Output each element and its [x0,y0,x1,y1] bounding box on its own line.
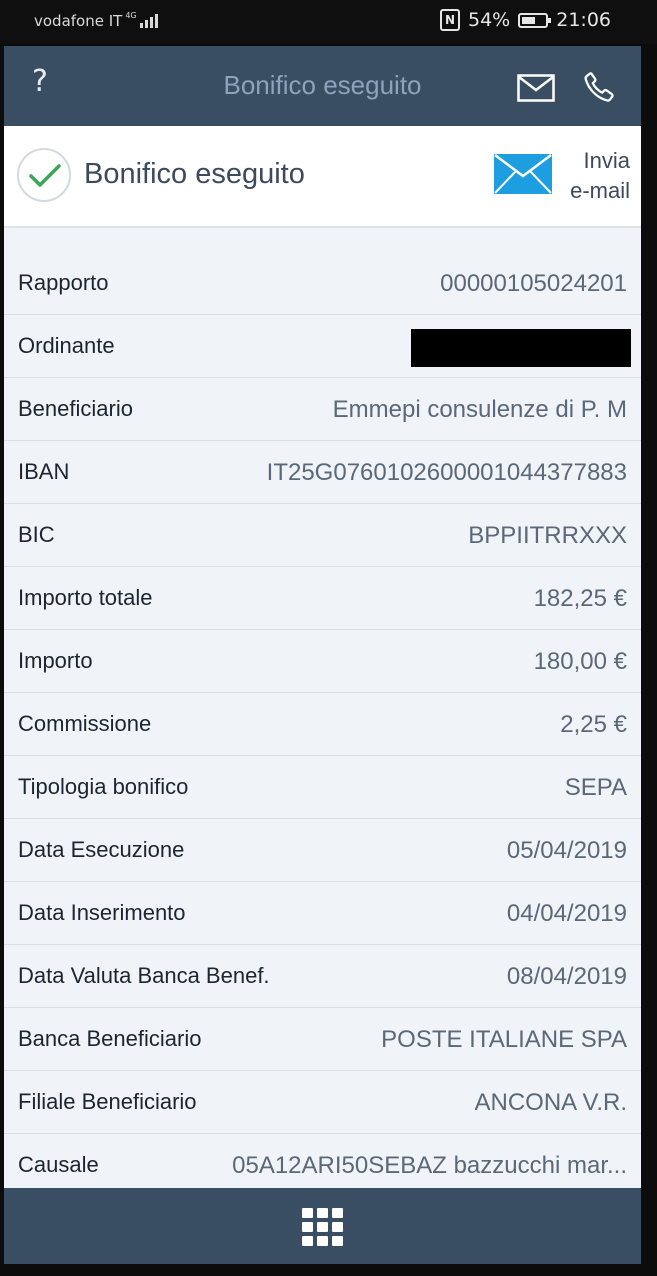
detail-row-iban: IBAN IT25G0760102600001044377883 [4,441,641,504]
detail-value: 180,00 € [533,648,627,675]
detail-row-data-esecuzione: Data Esecuzione 05/04/2019 [4,819,641,882]
battery-icon [518,12,552,28]
send-email-label-line1: Invia [583,148,630,173]
detail-row-commissione: Commissione 2,25 € [4,693,641,756]
detail-value: 2,25 € [560,711,627,738]
send-email-label-line2: e-mail [570,178,630,203]
confirmation-title: Bonifico eseguito [84,158,305,190]
bottom-nav-bar [4,1188,641,1264]
nfc-icon: N [440,9,460,31]
detail-row-bic: BIC BPPIITRRXXX [4,504,641,567]
envelope-icon [494,154,552,194]
detail-label: Data Valuta Banca Benef. [18,963,270,988]
detail-value: POSTE ITALIANE SPA [381,1026,627,1053]
menu-grid-icon[interactable] [302,1208,344,1246]
detail-value: BPPIITRRXXX [468,522,627,549]
detail-value: 08/04/2019 [506,963,627,990]
detail-row-rapporto: Rapporto 00000105024201 [4,252,641,315]
transfer-details: Rapporto 00000105024201 Ordinante Benefi… [4,252,641,1197]
detail-label: Tipologia bonifico [18,774,189,799]
detail-value: 00000105024201 [440,270,627,297]
detail-label: Filiale Beneficiario [18,1089,197,1114]
detail-value: 05A12ARI50SEBAZ bazzucchi mar... [232,1152,627,1179]
carrier-name: vodafone IT [34,12,123,30]
detail-row-importo-totale: Importo totale 182,25 € [4,567,641,630]
detail-row-ordinante: Ordinante [4,315,641,378]
detail-label: Commissione [18,711,152,736]
detail-label: Beneficiario [18,396,133,421]
detail-row-filiale-beneficiario: Filiale Beneficiario ANCONA V.R. [4,1071,641,1134]
clock: 21:06 [556,9,611,31]
detail-value: 05/04/2019 [506,837,627,864]
detail-row-tipologia: Tipologia bonifico SEPA [4,756,641,819]
carrier-info: vodafone IT 4G [34,11,158,30]
top-app-bar: ? Bonifico eseguito [4,46,641,126]
confirmation-header: Bonifico eseguito Invia e-mail [4,126,641,228]
battery-percent: 54% [468,9,511,31]
detail-label: Banca Beneficiario [18,1026,202,1051]
detail-label: Importo [18,648,93,673]
status-right: N 54% 21:06 [440,9,611,31]
detail-label: Data Esecuzione [18,837,185,862]
detail-label: Ordinante [18,333,115,358]
redacted-value [411,329,631,367]
detail-label: Causale [18,1152,99,1177]
detail-value: SEPA [564,774,627,801]
mail-icon[interactable] [517,74,555,106]
detail-row-importo: Importo 180,00 € [4,630,641,693]
detail-value: IT25G0760102600001044377883 [266,459,627,486]
phone-icon[interactable] [582,70,616,108]
detail-row-banca-beneficiario: Banca Beneficiario POSTE ITALIANE SPA [4,1008,641,1071]
detail-value: Emmepi consulenze di P. M [332,396,627,423]
send-email-button[interactable]: Invia e-mail [492,144,634,210]
send-email-label: Invia e-mail [570,146,630,206]
detail-label: Importo totale [18,585,153,610]
detail-label: BIC [18,522,55,547]
detail-row-data-valuta: Data Valuta Banca Benef. 08/04/2019 [4,945,641,1008]
detail-label: Data Inserimento [18,900,186,925]
status-bar: vodafone IT 4G N 54% 21:06 [0,0,657,44]
detail-value: ANCONA V.R. [474,1089,628,1116]
app-frame: ? Bonifico eseguito Bonifico eseguito In… [4,46,641,1264]
detail-row-data-inserimento: Data Inserimento 04/04/2019 [4,882,641,945]
check-icon [17,148,71,202]
detail-row-beneficiario: Beneficiario Emmepi consulenze di P. M [4,378,641,441]
signal-icon [139,12,158,28]
detail-label: IBAN [18,459,70,484]
detail-label: Rapporto [18,270,109,295]
detail-value: 04/04/2019 [506,900,627,927]
detail-value: 182,25 € [533,585,627,612]
network-type: 4G [125,11,137,20]
